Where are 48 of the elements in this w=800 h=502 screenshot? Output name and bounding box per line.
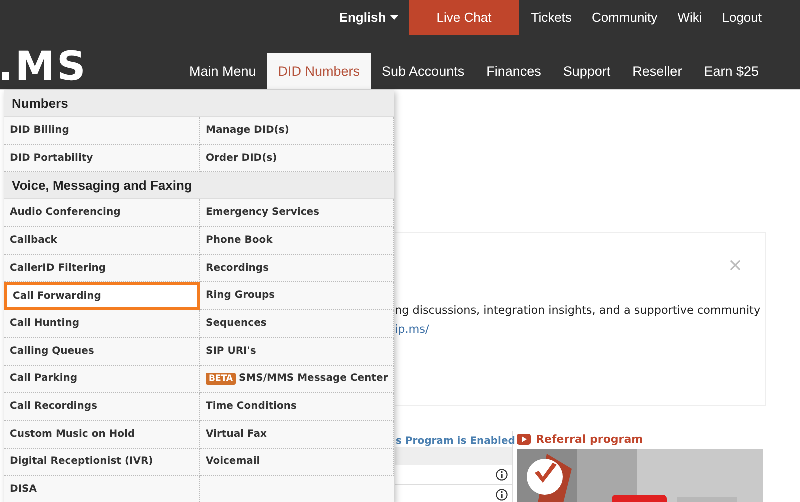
menu-item[interactable]: Virtual Fax bbox=[200, 420, 394, 449]
menu-item[interactable]: Call Forwarding bbox=[4, 282, 200, 310]
menu-item[interactable]: Call Recordings bbox=[4, 393, 200, 421]
menu-item[interactable]: Manage DID(s) bbox=[200, 117, 394, 145]
menu-item[interactable]: Phone Book bbox=[200, 227, 394, 255]
menu-item[interactable]: Calling Queues bbox=[4, 338, 200, 366]
nav-tab[interactable]: DID Numbers bbox=[267, 53, 372, 89]
nav-tab[interactable]: Finances bbox=[476, 53, 552, 89]
top-link[interactable]: Tickets bbox=[519, 0, 580, 35]
menu-item[interactable]: Digital Receptionist (IVR) bbox=[4, 448, 200, 476]
menu-item[interactable]: DISA bbox=[4, 476, 200, 502]
menu-item[interactable]: Time Conditions bbox=[200, 393, 394, 421]
menu-item-label: SMS/MMS Message Center bbox=[239, 373, 388, 384]
menu-item[interactable]: Callback bbox=[4, 227, 200, 255]
nav-tab[interactable]: Main Menu bbox=[178, 53, 268, 89]
status-text: s Program is Enabled bbox=[395, 435, 516, 447]
section-heading: Voice, Messaging and Faxing bbox=[4, 172, 394, 200]
menu-item[interactable]: Call Hunting bbox=[4, 310, 200, 338]
nav-tab[interactable]: Sub Accounts bbox=[371, 53, 476, 89]
menu-item[interactable]: Custom Music on Hold bbox=[4, 420, 200, 449]
notice-text: ng discussions, integration insights, and a supportive community bbox=[395, 304, 761, 317]
live-chat-button[interactable]: Live Chat bbox=[409, 0, 520, 35]
nav-tab[interactable]: Support bbox=[552, 53, 622, 89]
top-link[interactable]: Wiki bbox=[666, 0, 710, 35]
menu-item[interactable]: Audio Conferencing bbox=[4, 199, 200, 228]
menu-item[interactable]: BETA SMS/MMS Message Center bbox=[200, 366, 394, 394]
menu-item[interactable]: Voicemail bbox=[200, 448, 394, 476]
nav-tab[interactable]: Earn $25 bbox=[693, 53, 770, 89]
language-selector[interactable]: English bbox=[329, 0, 410, 35]
nav-tab[interactable]: Reseller bbox=[622, 53, 694, 89]
menu-item[interactable]: Emergency Services bbox=[200, 199, 394, 228]
notice-link[interactable]: ip.ms/ bbox=[395, 323, 430, 336]
menu-item[interactable]: Sequences bbox=[200, 310, 394, 338]
play-icon bbox=[517, 434, 531, 444]
info-icon[interactable] bbox=[496, 488, 508, 500]
menu-item[interactable]: Ring Groups bbox=[200, 282, 394, 310]
top-link[interactable]: Logout bbox=[710, 0, 770, 35]
referral-title[interactable]: Referral program bbox=[536, 432, 644, 446]
menu-item[interactable]: Call Parking bbox=[4, 366, 200, 394]
logo[interactable]: .MS bbox=[0, 44, 88, 90]
top-link[interactable]: Community bbox=[580, 0, 666, 35]
menu-item[interactable]: Recordings bbox=[200, 254, 394, 282]
info-icon[interactable] bbox=[496, 468, 508, 480]
beta-badge: BETA bbox=[206, 372, 236, 385]
menu-item[interactable]: SIP URI's bbox=[200, 338, 394, 366]
caret-icon bbox=[390, 14, 400, 20]
menu-item[interactable]: DID Billing bbox=[4, 117, 200, 145]
section-heading: Numbers bbox=[4, 90, 394, 117]
